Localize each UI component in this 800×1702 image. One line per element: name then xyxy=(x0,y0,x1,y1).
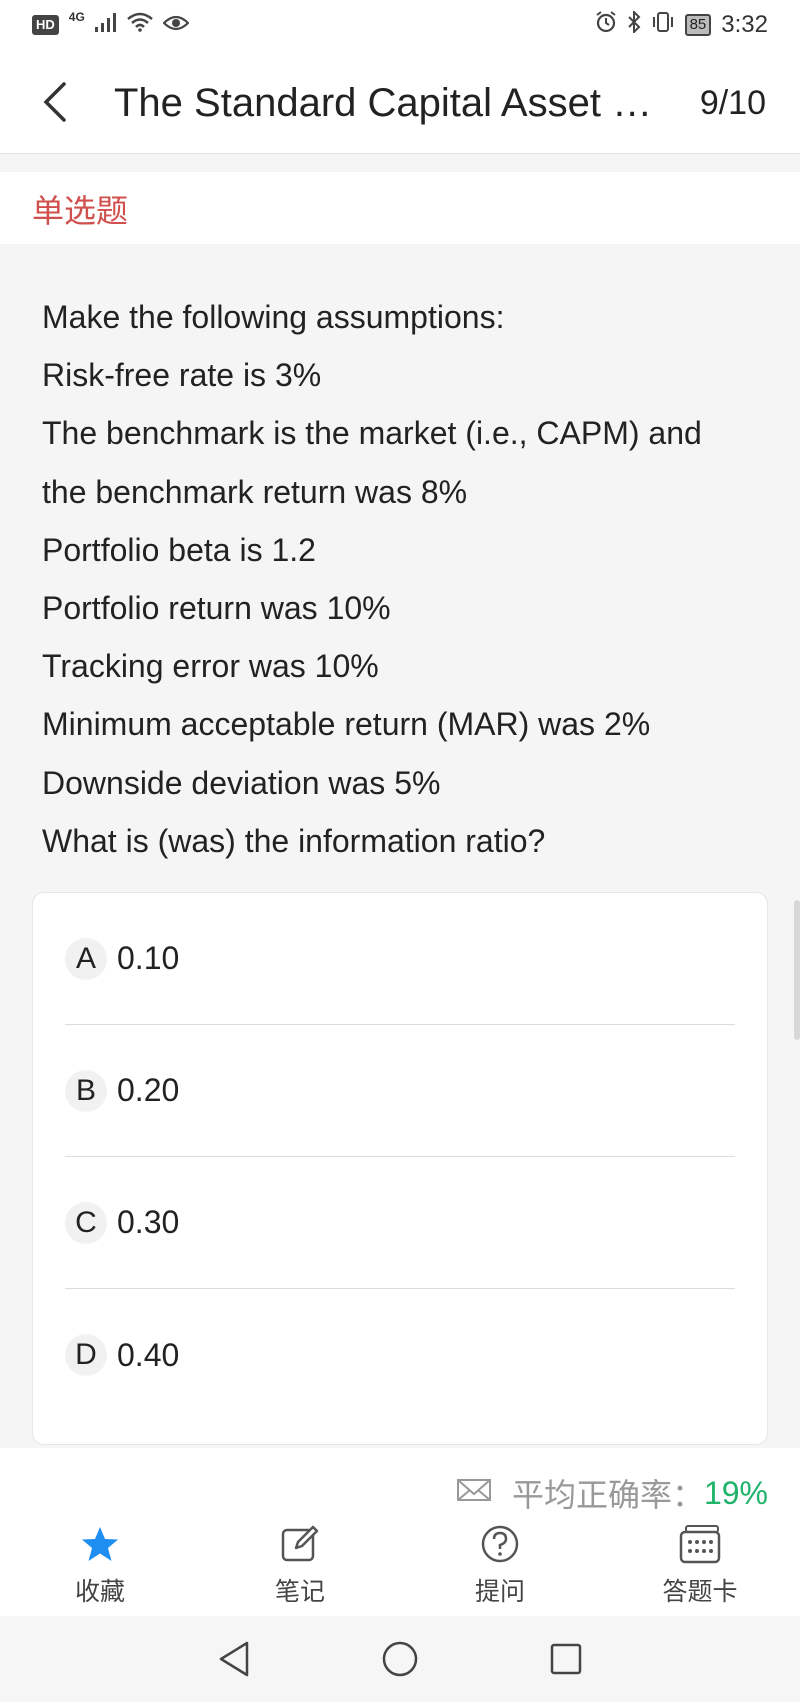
question-line: Portfolio beta is 1.2 xyxy=(42,531,316,568)
battery-indicator: 85 xyxy=(684,14,712,36)
question-line: The benchmark is the market (i.e., CAPM)… xyxy=(42,415,702,452)
question-line: Downside deviation was 5% xyxy=(42,764,441,801)
option-a[interactable]: A 0.10 xyxy=(65,893,735,1025)
status-right: 85 3:32 xyxy=(595,9,768,39)
clock: 3:32 xyxy=(721,11,768,38)
question-line: Risk-free rate is 3% xyxy=(42,357,322,394)
question-line: Portfolio return was 10% xyxy=(42,590,391,627)
favorite-button[interactable]: 收藏 xyxy=(0,1520,200,1616)
answer-card-icon xyxy=(678,1520,722,1568)
scrollbar[interactable] xyxy=(794,900,800,1040)
question-text: Make the following assumptions: Risk-fre… xyxy=(42,288,762,870)
app-header: The Standard Capital Asset Pr... 9/10 xyxy=(0,50,800,154)
system-nav-bar xyxy=(0,1616,800,1702)
accuracy-label: 平均正确率： xyxy=(511,1476,704,1514)
bottom-area: 平均正确率： 19% 收藏 笔记 提问 答题卡 xyxy=(0,1448,800,1616)
status-bar: HD 4G 85 3:32 xyxy=(0,0,800,50)
option-text: 0.10 xyxy=(117,940,180,976)
star-icon xyxy=(81,1520,119,1568)
accuracy-value: 19% xyxy=(703,1474,768,1511)
question-type-label: 单选题 xyxy=(32,192,129,230)
vibrate-icon xyxy=(651,11,675,39)
toolbar-label: 答题卡 xyxy=(662,1577,738,1606)
back-button[interactable] xyxy=(36,78,76,126)
bottom-toolbar: 收藏 笔记 提问 答题卡 xyxy=(0,1520,800,1616)
option-d[interactable]: D 0.40 xyxy=(65,1289,735,1421)
question-line: the benchmark return was 8% xyxy=(42,473,468,510)
signal-icon xyxy=(94,12,117,38)
square-recents-icon xyxy=(550,1643,582,1675)
note-button[interactable]: 笔记 xyxy=(200,1520,400,1616)
note-edit-icon xyxy=(280,1520,320,1568)
question-line: Minimum acceptable return (MAR) was 2% xyxy=(42,706,651,743)
option-text: 0.40 xyxy=(117,1336,180,1373)
triangle-back-icon xyxy=(219,1641,249,1677)
toolbar-label: 笔记 xyxy=(274,1577,325,1606)
eye-icon xyxy=(162,12,190,38)
question-icon xyxy=(480,1520,520,1568)
accuracy-stat: 平均正确率： 19% xyxy=(456,1470,768,1516)
wifi-icon xyxy=(126,12,153,38)
option-text: 0.20 xyxy=(117,1072,180,1108)
question-type-strip: 单选题 xyxy=(0,172,800,244)
toolbar-label: 收藏 xyxy=(74,1577,125,1606)
option-letter: D xyxy=(65,1334,107,1376)
envelope-icon xyxy=(456,1474,492,1512)
network-type: 4G xyxy=(68,10,85,24)
question-line: Tracking error was 10% xyxy=(42,648,379,685)
circle-home-icon xyxy=(382,1641,418,1677)
option-c[interactable]: C 0.30 xyxy=(65,1157,735,1289)
nav-home-button[interactable] xyxy=(375,1634,425,1684)
option-letter: B xyxy=(65,1069,107,1112)
nav-back-button[interactable] xyxy=(209,1634,259,1684)
question-line: Make the following assumptions: xyxy=(42,299,505,335)
question-counter: 9/10 xyxy=(699,84,766,122)
alarm-icon xyxy=(595,11,617,39)
option-letter: A xyxy=(65,937,107,980)
option-b[interactable]: B 0.20 xyxy=(65,1025,735,1157)
option-letter: C xyxy=(65,1201,107,1244)
ask-question-button[interactable]: 提问 xyxy=(400,1520,600,1616)
nav-recents-button[interactable] xyxy=(541,1634,591,1684)
status-left: HD 4G xyxy=(32,10,190,38)
bluetooth-icon xyxy=(627,9,641,39)
question-line: What is (was) the information ratio? xyxy=(42,822,546,859)
option-text: 0.30 xyxy=(117,1204,180,1240)
page-title: The Standard Capital Asset Pr... xyxy=(114,81,674,125)
toolbar-label: 提问 xyxy=(474,1577,525,1606)
answer-card-button[interactable]: 答题卡 xyxy=(600,1520,800,1616)
options-card: A 0.10 B 0.20 C 0.30 D 0.40 xyxy=(32,892,768,1445)
hd-badge: HD xyxy=(32,15,59,35)
chevron-left-icon xyxy=(43,82,66,122)
